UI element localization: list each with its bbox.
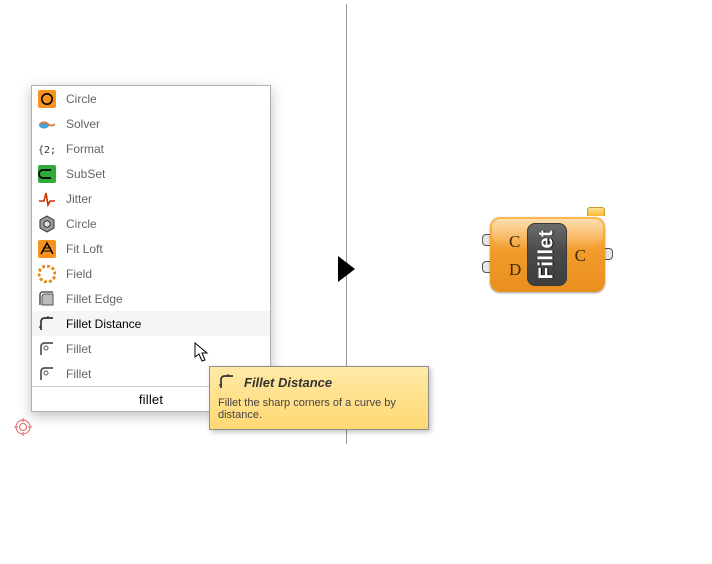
input-label-d: D — [509, 260, 521, 280]
target-icon — [14, 418, 32, 436]
fillet-icon — [38, 365, 56, 383]
fillet-distance-icon — [218, 373, 236, 391]
menu-item-fit-loft[interactable]: Fit Loft — [32, 236, 270, 261]
menu-item-label: Format — [66, 142, 264, 156]
menu-item-label: Fit Loft — [66, 242, 264, 256]
menu-item-label: Circle — [66, 217, 264, 231]
menu-item-subset[interactable]: SubSet — [32, 161, 270, 186]
menu-item-label: Fillet Distance — [66, 317, 264, 331]
menu-item-fillet-edge[interactable]: Fillet Edge — [32, 286, 270, 311]
menu-item-jitter[interactable]: Jitter — [32, 186, 270, 211]
menu-item-fillet-distance[interactable]: Fillet Distance — [32, 311, 270, 336]
menu-item-solver[interactable]: Solver — [32, 111, 270, 136]
component-body[interactable]: C D C Fillet — [490, 217, 605, 292]
solver-icon — [38, 115, 56, 133]
menu-item-format[interactable]: {2;0} Format — [32, 136, 270, 161]
menu-item-label: Field — [66, 267, 264, 281]
menu-item-circle[interactable]: Circle — [32, 86, 270, 111]
arrow-right-icon — [338, 256, 355, 282]
svg-text:{2;0}: {2;0} — [38, 145, 56, 156]
fillet-edge-icon — [38, 290, 56, 308]
component-name-plate: Fillet — [527, 223, 567, 286]
output-label-c: C — [575, 246, 586, 266]
menu-item-label: Jitter — [66, 192, 264, 206]
component-warning-bubble[interactable] — [587, 207, 605, 216]
menu-item-label: SubSet — [66, 167, 264, 181]
tooltip-body: Fillet the sharp corners of a curve by d… — [210, 395, 428, 423]
field-icon — [38, 265, 56, 283]
menu-item-circle-2[interactable]: Circle — [32, 211, 270, 236]
tooltip-title: Fillet Distance — [244, 375, 332, 390]
menu-item-label: Fillet — [66, 342, 264, 356]
menu-item-label: Solver — [66, 117, 264, 131]
circle-icon — [38, 90, 56, 108]
jitter-icon — [38, 190, 56, 208]
menu-item-fillet-1[interactable]: Fillet — [32, 336, 270, 361]
fillet-component[interactable]: C D C Fillet — [484, 215, 611, 294]
menu-item-field[interactable]: Field — [32, 261, 270, 286]
menu-item-label: Circle — [66, 92, 264, 106]
fillet-distance-icon — [38, 315, 56, 333]
canvas[interactable]: C D C Fillet Circle Solver {2;0} Format — [0, 0, 712, 564]
subset-icon — [38, 165, 56, 183]
component-search-menu[interactable]: Circle Solver {2;0} Format SubSet Jitter — [31, 85, 271, 412]
menu-item-label: Fillet Edge — [66, 292, 264, 306]
format-icon: {2;0} — [38, 140, 56, 158]
input-label-c: C — [509, 232, 520, 252]
component-name: Fillet — [536, 230, 559, 280]
hex-icon — [38, 215, 56, 233]
fit-loft-icon — [38, 240, 56, 258]
tooltip: Fillet Distance Fillet the sharp corners… — [209, 366, 429, 430]
fillet-icon — [38, 340, 56, 358]
